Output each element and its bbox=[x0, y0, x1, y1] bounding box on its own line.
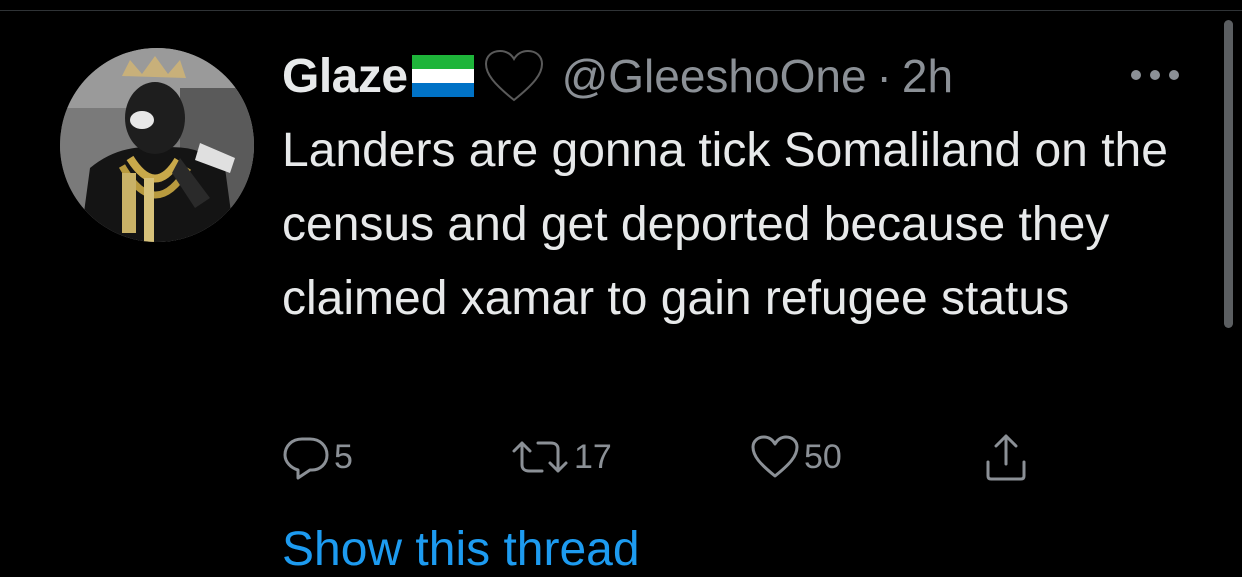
ellipsis-icon bbox=[1131, 70, 1179, 80]
black-heart-icon bbox=[484, 50, 544, 102]
tweet-timestamp[interactable]: 2h bbox=[902, 49, 953, 103]
retweet-icon bbox=[512, 441, 568, 473]
heart-icon bbox=[751, 435, 799, 478]
reply-count: 5 bbox=[334, 437, 353, 476]
more-options-button[interactable] bbox=[1128, 60, 1182, 90]
tweet-text: Landers are gonna tick Somaliland on the… bbox=[282, 124, 1168, 325]
sierra-leone-flag-icon bbox=[411, 55, 474, 97]
reply-icon bbox=[283, 437, 329, 480]
like-button[interactable]: 50 bbox=[750, 430, 842, 484]
like-count: 50 bbox=[804, 437, 842, 476]
avatar[interactable] bbox=[60, 48, 254, 242]
author-name[interactable]: Glaze bbox=[282, 49, 408, 104]
header-separator: · bbox=[876, 50, 892, 102]
scrollbar[interactable] bbox=[1224, 20, 1233, 328]
reply-button[interactable]: 5 bbox=[282, 430, 353, 484]
author-handle[interactable]: @GleeshoOne bbox=[562, 49, 867, 103]
retweet-count: 17 bbox=[574, 437, 612, 476]
share-button[interactable] bbox=[982, 430, 1030, 484]
top-divider bbox=[0, 10, 1242, 11]
tweet-header: Glaze @GleeshoOne · 2h bbox=[282, 46, 953, 106]
share-icon bbox=[986, 434, 1026, 481]
avatar-image bbox=[60, 48, 254, 242]
show-thread-link[interactable]: Show this thread bbox=[282, 522, 640, 577]
retweet-button[interactable]: 17 bbox=[510, 430, 612, 484]
